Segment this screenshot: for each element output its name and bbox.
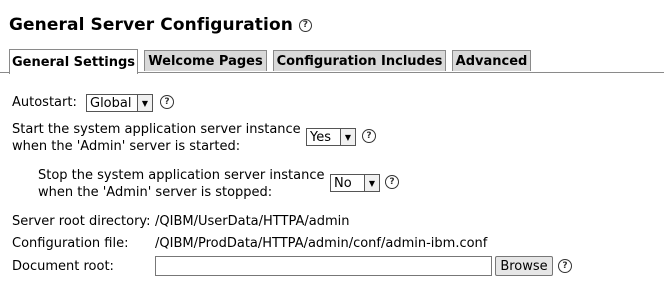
browse-button[interactable]: Browse [495, 256, 553, 276]
tab-welcome-pages[interactable]: Welcome Pages [144, 50, 267, 71]
server-root-value: /QIBM/UserData/HTTPA/admin [155, 214, 350, 229]
tab-advanced[interactable]: Advanced [452, 50, 531, 71]
document-root-input[interactable] [155, 256, 492, 276]
chevron-down-icon: ▼ [340, 129, 355, 145]
tab-bar: General Settings Welcome Pages Configura… [0, 49, 664, 74]
start-instance-label-line2: when the 'Admin' server is started: [12, 139, 241, 154]
tab-label: Configuration Includes [276, 53, 443, 69]
stop-instance-value: No [334, 175, 352, 191]
stop-instance-label-line2: when the 'Admin' server is stopped: [38, 185, 273, 200]
help-icon[interactable]: ? [558, 259, 572, 273]
tab-general-settings[interactable]: General Settings [9, 49, 138, 74]
tab-label: Welcome Pages [148, 53, 263, 69]
help-icon[interactable]: ? [160, 95, 174, 109]
config-file-label: Configuration file: [12, 236, 129, 251]
tab-label: Advanced [455, 53, 528, 69]
autostart-value: Global [90, 95, 132, 111]
autostart-label: Autostart: [12, 95, 77, 110]
start-instance-value: Yes [310, 129, 331, 145]
help-icon[interactable]: ? [298, 18, 312, 32]
start-instance-label-line1: Start the system application server inst… [12, 122, 301, 137]
tab-configuration-includes[interactable]: Configuration Includes [273, 50, 446, 71]
autostart-select[interactable]: Global ▼ [86, 94, 153, 112]
stop-instance-label-line1: Stop the system application server insta… [38, 168, 325, 183]
config-file-value: /QIBM/ProdData/HTTPA/admin/conf/admin-ib… [155, 236, 488, 251]
page-title-text: General Server Configuration [9, 15, 293, 35]
browse-button-label: Browse [500, 258, 548, 274]
chevron-down-icon: ▼ [137, 95, 152, 111]
page-title: General Server Configuration ? [9, 15, 312, 35]
help-icon[interactable]: ? [362, 129, 376, 143]
server-root-label: Server root directory: [12, 214, 151, 229]
help-icon[interactable]: ? [385, 175, 399, 189]
chevron-down-icon: ▼ [364, 175, 379, 191]
tab-label: General Settings [11, 54, 136, 70]
start-instance-select[interactable]: Yes ▼ [306, 128, 356, 146]
document-root-label: Document root: [12, 259, 114, 274]
stop-instance-select[interactable]: No ▼ [330, 174, 380, 192]
